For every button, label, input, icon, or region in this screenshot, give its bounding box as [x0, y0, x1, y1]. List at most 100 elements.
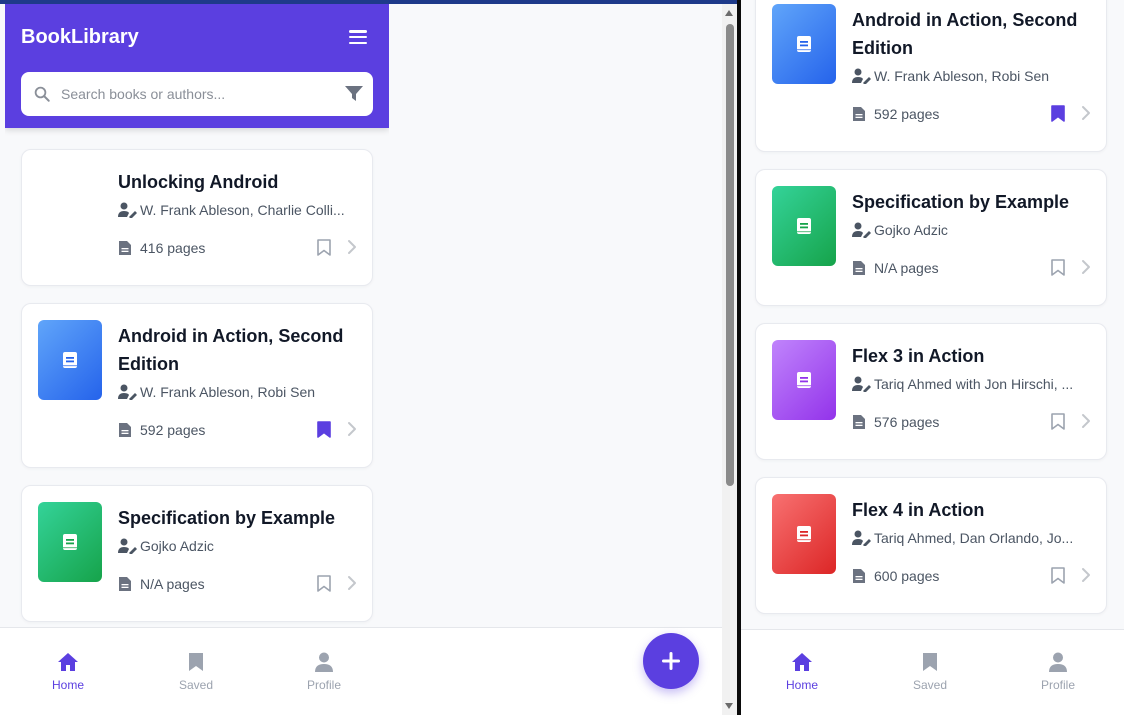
page-count: 576 pages [852, 414, 939, 430]
nav-home[interactable]: Home [28, 652, 108, 692]
author-icon [852, 222, 871, 238]
chevron-right-icon[interactable] [1081, 105, 1091, 121]
bookmark-toggle-icon[interactable] [317, 239, 331, 256]
author-names: W. Frank Ableson, Robi Sen [140, 384, 316, 400]
book-card[interactable]: Android in Action, Second Edition W. Fra… [755, 0, 1107, 152]
book-icon [797, 526, 811, 542]
nav-saved[interactable]: Saved [156, 652, 236, 692]
left-app: BookLibrary Unlocking Android W. Frank A… [5, 4, 389, 627]
chevron-right-icon[interactable] [1081, 413, 1091, 429]
add-book-button[interactable] [643, 633, 699, 689]
document-icon [119, 423, 131, 437]
bookmark-toggle-icon[interactable] [1051, 105, 1065, 122]
page-count-text: 592 pages [140, 422, 206, 438]
bottom-nav: Home Saved Profile [0, 627, 722, 715]
plus-icon [662, 652, 680, 670]
nav-profile-right[interactable]: Profile [1018, 652, 1098, 692]
bookmark-toggle-icon[interactable] [1051, 413, 1065, 430]
scroll-up-arrow[interactable] [725, 10, 733, 16]
bookmark-toggle-icon[interactable] [317, 575, 331, 592]
chevron-right-icon[interactable] [1081, 567, 1091, 583]
page-count: N/A pages [118, 576, 205, 592]
book-card[interactable]: Specification by Example Gojko Adzic N/A… [21, 485, 373, 622]
book-authors: Tariq Ahmed with Jon Hirschi, ... [852, 376, 1092, 392]
book-cover [772, 340, 836, 420]
home-icon [58, 653, 78, 671]
user-icon [315, 652, 333, 672]
book-title: Flex 3 in Action [852, 346, 985, 366]
book-cover [772, 186, 836, 266]
scroll-thumb[interactable] [726, 24, 734, 486]
book-card[interactable]: Flex 3 in Action Tariq Ahmed with Jon Hi… [755, 323, 1107, 460]
book-card[interactable]: Unlocking Android W. Frank Ableson, Char… [21, 149, 373, 286]
book-cover [772, 494, 836, 574]
scrollbar[interactable] [722, 4, 737, 715]
book-authors: Tariq Ahmed, Dan Orlando, Jo... [852, 530, 1092, 546]
book-title: Android in Action, Second Edition [118, 326, 344, 374]
nav-profile[interactable]: Profile [284, 652, 364, 692]
book-card[interactable]: Specification by Example Gojko Adzic N/A… [755, 169, 1107, 306]
page-count-text: 600 pages [874, 568, 940, 584]
author-names: Gojko Adzic [874, 222, 948, 238]
book-title: Unlocking Android [118, 172, 279, 192]
left-pane: BookLibrary Unlocking Android W. Frank A… [0, 0, 737, 715]
page-count: 592 pages [852, 106, 939, 122]
content-area [389, 4, 722, 627]
document-icon [119, 577, 131, 591]
book-authors: W. Frank Ableson, Robi Sen [118, 384, 358, 400]
document-icon [119, 241, 131, 255]
document-icon [853, 415, 865, 429]
nav-home-right[interactable]: Home [762, 652, 842, 692]
nav-saved-label: Saved [912, 678, 948, 692]
author-icon [852, 376, 871, 392]
chevron-right-icon[interactable] [347, 421, 357, 437]
page-count-text: N/A pages [140, 576, 205, 592]
author-names: Gojko Adzic [140, 538, 214, 554]
page-count-text: 576 pages [874, 414, 940, 430]
nav-home-label: Home [785, 678, 818, 692]
nav-saved-right[interactable]: Saved [890, 652, 970, 692]
chevron-right-icon[interactable] [347, 239, 357, 255]
author-icon [852, 530, 871, 546]
book-title: Specification by Example [852, 192, 1070, 212]
author-names: Tariq Ahmed with Jon Hirschi, ... [874, 376, 1074, 392]
page-count: 600 pages [852, 568, 939, 584]
book-cover [38, 502, 102, 582]
book-cover [38, 320, 102, 400]
nav-profile-label: Profile [1040, 678, 1075, 692]
page-count: N/A pages [852, 260, 939, 276]
author-names: W. Frank Ableson, Robi Sen [874, 68, 1050, 84]
app-title: BookLibrary [21, 26, 139, 48]
bookmark-toggle-icon[interactable] [1051, 259, 1065, 276]
book-title: Android in Action, Second Edition [852, 10, 1078, 58]
menu-icon[interactable] [349, 30, 367, 45]
chevron-right-icon[interactable] [1081, 259, 1091, 275]
book-card[interactable]: Android in Action, Second Edition W. Fra… [21, 303, 373, 468]
book-icon [63, 352, 77, 368]
chevron-right-icon[interactable] [347, 575, 357, 591]
search-input[interactable] [61, 83, 331, 105]
page-count-text: 416 pages [140, 240, 206, 256]
author-icon [118, 538, 137, 554]
search-bar[interactable] [21, 72, 373, 116]
bottom-nav-right: Home Saved Profile [741, 629, 1124, 715]
scroll-down-arrow[interactable] [725, 703, 733, 709]
book-cover [772, 4, 836, 84]
book-icon [797, 36, 811, 52]
app-header: BookLibrary [5, 4, 389, 128]
book-card[interactable]: Flex 4 in Action Tariq Ahmed, Dan Orland… [755, 477, 1107, 614]
page-count: 592 pages [118, 422, 205, 438]
filter-icon[interactable] [345, 86, 363, 102]
search-icon [34, 86, 50, 102]
book-title: Flex 4 in Action [852, 500, 985, 520]
author-icon [852, 68, 871, 84]
document-icon [853, 107, 865, 121]
author-names: W. Frank Ableson, Charlie Colli... [140, 202, 345, 218]
bookmark-toggle-icon[interactable] [1051, 567, 1065, 584]
bookmark-toggle-icon[interactable] [317, 421, 331, 438]
bookmark-icon [923, 653, 937, 671]
book-icon [797, 372, 811, 388]
page-count: 416 pages [118, 240, 205, 256]
bookmark-icon [189, 653, 203, 671]
book-authors: Gojko Adzic [852, 222, 1092, 238]
